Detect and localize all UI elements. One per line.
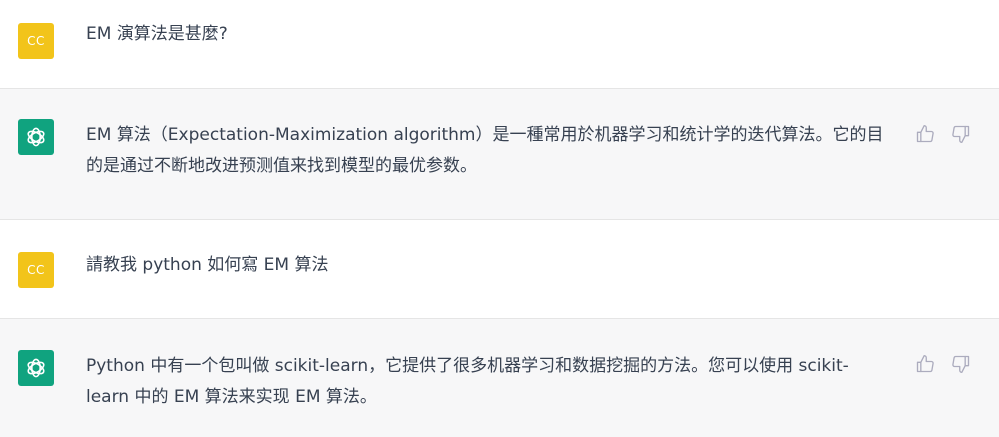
message-text: EM 算法（Expectation-Maximization algorithm…	[86, 125, 884, 176]
assistant-avatar	[18, 350, 54, 386]
user-avatar: CC	[18, 252, 54, 288]
message-text: Python 中有一个包叫做 scikit-learn，它提供了很多机器学习和数…	[86, 356, 849, 407]
thumbs-down-icon	[952, 355, 970, 373]
user-avatar: CC	[18, 23, 54, 59]
chat-thread: CC EM 演算法是甚麼? EM 算法（Expectation-Maximiza…	[0, 0, 999, 437]
avatar-initials: CC	[27, 263, 45, 277]
message-text: 請教我 python 如何寫 EM 算法	[86, 255, 329, 275]
assistant-message: Python 中有一个包叫做 scikit-learn，它提供了很多机器学习和数…	[0, 319, 999, 437]
avatar-initials: CC	[27, 34, 45, 48]
feedback-actions	[914, 123, 972, 145]
feedback-actions	[914, 353, 972, 375]
thumbs-up-button[interactable]	[914, 123, 936, 145]
thumbs-down-icon	[952, 125, 970, 143]
user-message: CC 請教我 python 如何寫 EM 算法	[0, 220, 999, 319]
assistant-message: EM 算法（Expectation-Maximization algorithm…	[0, 89, 999, 220]
openai-logo-icon	[27, 358, 45, 378]
thumbs-up-icon	[916, 355, 934, 373]
message-text: EM 演算法是甚麼?	[86, 24, 228, 44]
thumbs-up-button[interactable]	[914, 353, 936, 375]
thumbs-down-button[interactable]	[950, 353, 972, 375]
thumbs-down-button[interactable]	[950, 123, 972, 145]
openai-logo-icon	[27, 127, 45, 147]
thumbs-up-icon	[916, 125, 934, 143]
assistant-avatar	[18, 119, 54, 155]
user-message: CC EM 演算法是甚麼?	[0, 0, 999, 89]
